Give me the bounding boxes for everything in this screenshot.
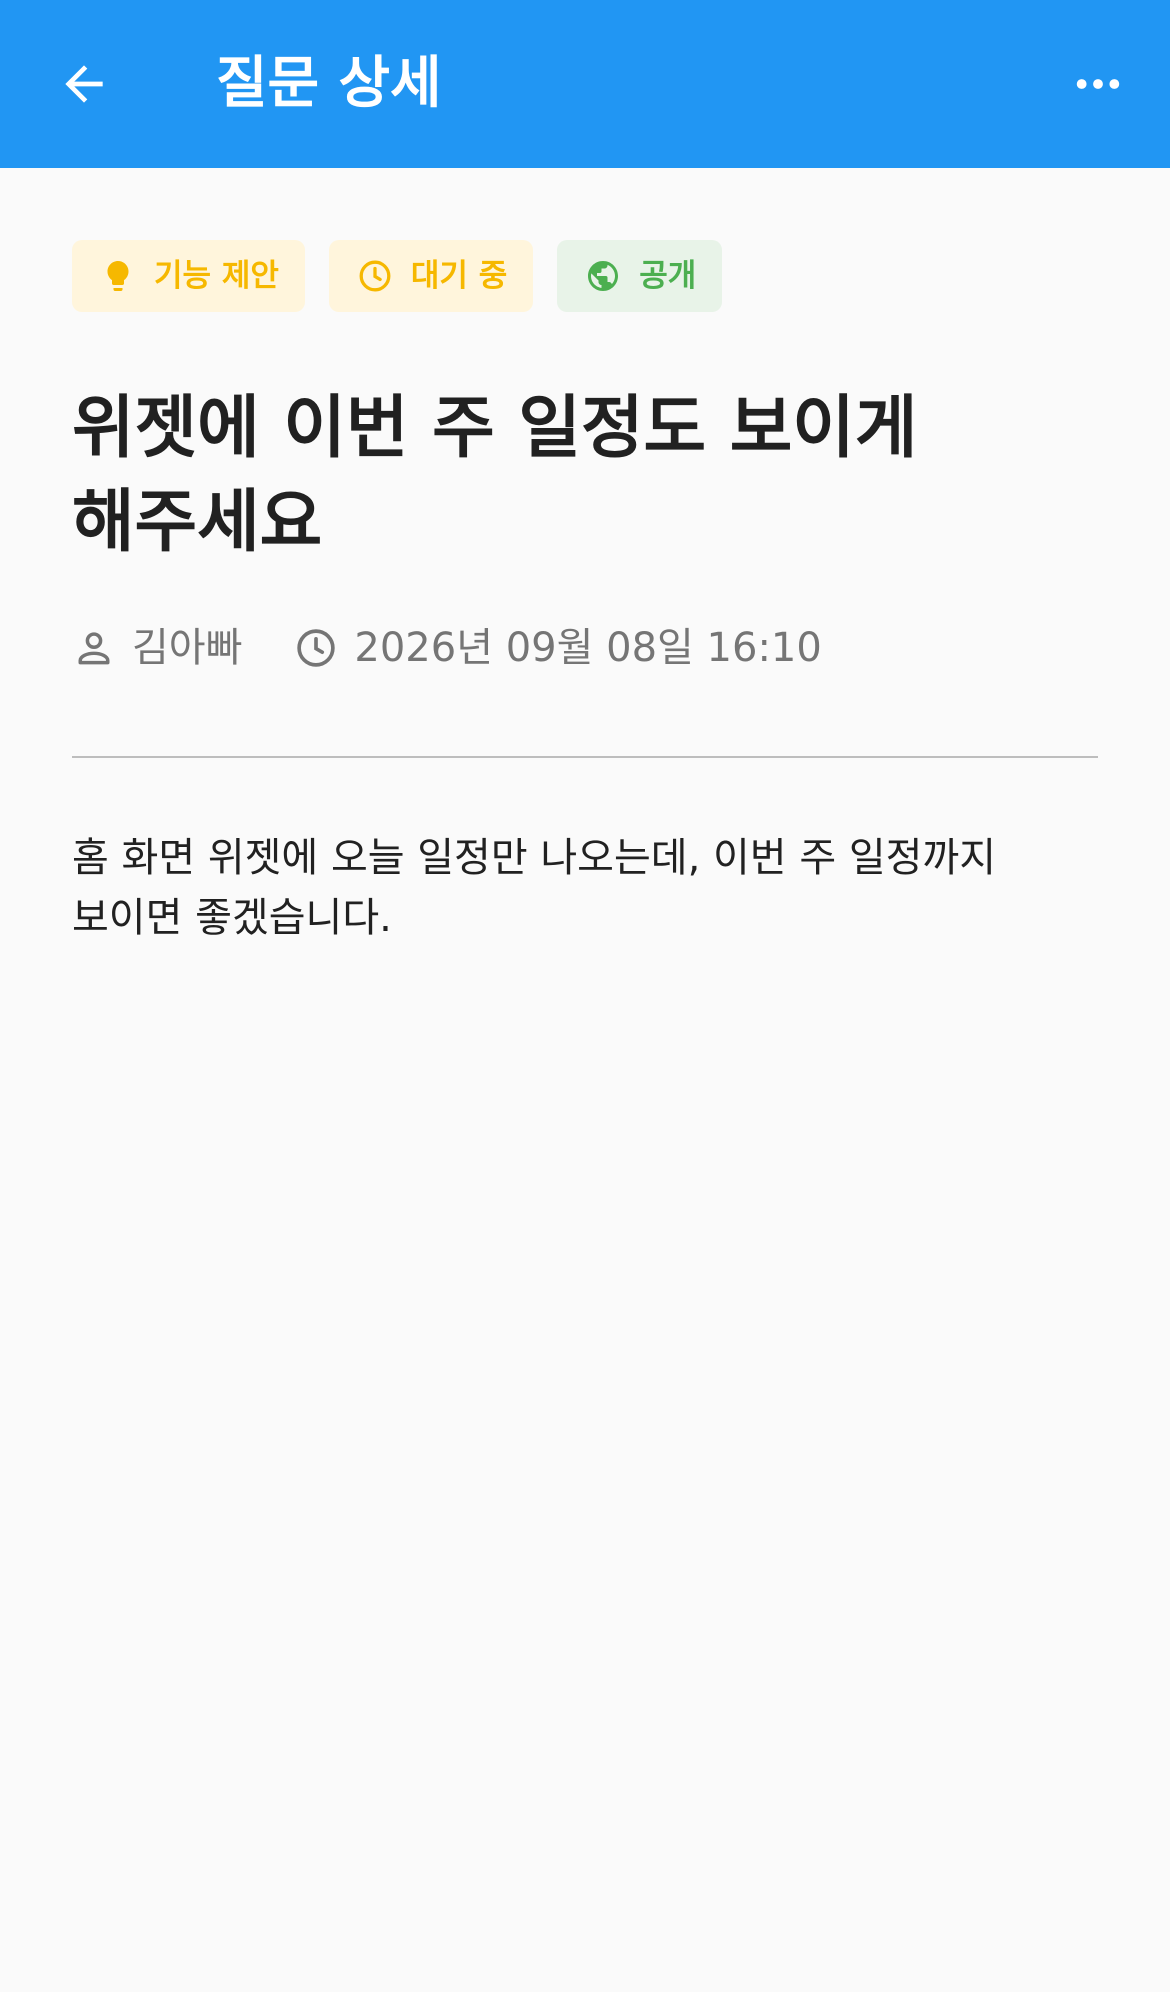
question-body: 홈 화면 위젯에 오늘 일정만 나오는데, 이번 주 일정까지 보이면 좋겠습니…	[72, 835, 997, 941]
category-chip-label: 기능 제안	[154, 258, 279, 294]
visibility-chip: 공개	[557, 240, 723, 312]
more-options-button[interactable]	[1054, 34, 1142, 134]
arrow-left-icon	[65, 65, 103, 103]
back-button[interactable]	[40, 34, 128, 134]
app-bar: 질문 상세	[0, 0, 1170, 168]
question-title: 위젯에 이번 주 일정도 보이게 해주세요	[72, 389, 918, 562]
lightbulb-icon	[100, 258, 136, 294]
posted-datetime: 2026년 09월 08일 16:10	[354, 625, 822, 671]
clock-icon	[294, 626, 338, 670]
question-meta: 김아빠 2026년 09월 08일 16:10	[72, 620, 822, 676]
author-name: 김아빠	[132, 625, 243, 671]
tag-chips: 기능 제안 대기 중 공개	[72, 240, 723, 312]
globe-icon	[585, 258, 621, 294]
clock-icon	[357, 258, 393, 294]
more-horizontal-icon	[1076, 79, 1120, 89]
status-chip: 대기 중	[328, 240, 534, 312]
status-chip-label: 대기 중	[410, 258, 508, 294]
page-title: 질문 상세	[216, 51, 442, 116]
divider	[72, 756, 1098, 758]
category-chip: 기능 제안	[72, 240, 305, 312]
person-icon	[72, 626, 116, 670]
visibility-chip-label: 공개	[639, 258, 697, 294]
